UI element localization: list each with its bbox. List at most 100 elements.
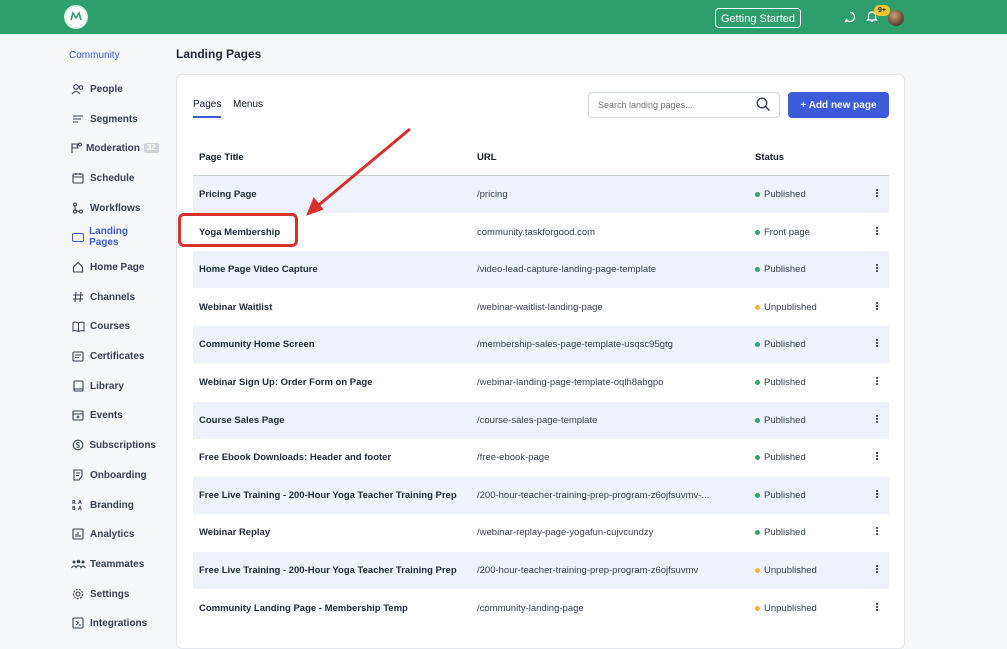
table-row[interactable]: Webinar Replay/webinar-replay-page-yogaf… [193, 514, 889, 551]
sidebar-item-label: Onboarding [90, 469, 147, 481]
page-title-cell[interactable]: Pricing Page [199, 189, 257, 200]
sidebar-item-label: Landing Pages [89, 226, 128, 248]
sidebar-item-label: Settings [90, 588, 130, 600]
more-options-icon[interactable] [873, 226, 881, 240]
page-title-cell[interactable]: Free Live Training - 200-Hour Yoga Teach… [199, 490, 457, 501]
page-title-cell[interactable]: Course Sales Page [199, 415, 285, 426]
more-options-icon[interactable] [873, 451, 881, 465]
table-row[interactable]: Webinar Sign Up: Order Form on Page/webi… [193, 364, 889, 401]
page-title-cell[interactable]: Community Landing Page - Membership Temp [199, 603, 408, 614]
annotation-highlight-box [178, 213, 298, 247]
sidebar-item-settings[interactable]: Settings [66, 583, 156, 605]
sidebar-item-events[interactable]: Events [66, 404, 156, 426]
more-options-icon[interactable] [873, 489, 881, 503]
sidebar-item-courses[interactable]: Courses [66, 315, 156, 337]
status-badge: Unpublished [755, 565, 817, 576]
sidebar-item-schedule[interactable]: Schedule [66, 167, 156, 189]
column-header-url[interactable]: URL [477, 152, 497, 163]
status-label: Published [764, 527, 806, 539]
more-options-icon[interactable] [873, 188, 881, 202]
search-icon[interactable] [756, 97, 771, 117]
chat-icon[interactable] [844, 10, 856, 28]
page-title: Landing Pages [176, 47, 262, 61]
getting-started-button[interactable]: Getting Started [715, 8, 801, 28]
table-row[interactable]: Home Page Video Capture/video-lead-captu… [193, 251, 889, 289]
url-cell: /webinar-replay-page-yogafun-cujvcundzy [477, 527, 654, 539]
status-label: Published [764, 339, 806, 351]
integrations-icon [70, 616, 86, 630]
column-header-title[interactable]: Page Title [199, 152, 244, 163]
sidebar-item-landing-pages[interactable]: Landing Pages [66, 226, 156, 248]
sidebar-item-home-page[interactable]: Home Page [66, 256, 156, 278]
page-title-cell[interactable]: Free Ebook Downloads: Header and footer [199, 452, 391, 463]
more-options-icon[interactable] [873, 414, 881, 428]
sidebar-item-segments[interactable]: Segments [66, 108, 156, 130]
table-row[interactable]: Community Home Screen/membership-sales-p… [193, 326, 889, 364]
more-options-icon[interactable] [873, 602, 881, 616]
status-label: Unpublished [764, 565, 817, 576]
url-cell: /free-ebook-page [477, 452, 550, 464]
sidebar-item-label: Teammates [90, 558, 145, 570]
gear-icon [70, 587, 86, 601]
more-options-icon[interactable] [873, 338, 881, 352]
logo[interactable] [64, 5, 88, 29]
table-row[interactable]: Course Sales Page/course-sales-page-temp… [193, 401, 889, 439]
status-badge: Published [755, 527, 806, 538]
sidebar-item-label: Library [90, 380, 124, 392]
sidebar-item-library[interactable]: Library [66, 375, 156, 397]
page-title-cell[interactable]: Community Home Screen [199, 339, 315, 350]
page-title-cell[interactable]: Free Live Training - 200-Hour Yoga Teach… [199, 565, 457, 576]
search-input[interactable] [588, 92, 780, 118]
tab-menus[interactable]: Menus [233, 99, 263, 116]
tab-pages[interactable]: Pages [193, 99, 222, 118]
sidebar-item-branding[interactable]: R A B A Branding [66, 494, 156, 516]
moderation-count-badge: 32 [143, 143, 159, 153]
sidebar-item-label: Branding [90, 499, 134, 511]
status-badge: Published [755, 189, 806, 200]
avatar[interactable] [888, 10, 904, 26]
sidebar-item-certificates[interactable]: Certificates [66, 345, 156, 367]
sidebar-item-moderation[interactable]: Moderation 32 [66, 137, 159, 159]
sidebar-item-analytics[interactable]: Analytics [66, 523, 156, 545]
landing-pages-icon [70, 230, 85, 244]
sidebar-item-label: Subscriptions [89, 439, 156, 451]
url-cell: /membership-sales-page-template-usqsc95g… [477, 339, 673, 351]
status-dot [755, 342, 760, 348]
sidebar-item-label: Segments [90, 113, 138, 125]
status-dot [755, 417, 760, 423]
table-row[interactable]: Pricing Page/pricing Published [193, 176, 889, 213]
table-row[interactable]: Free Live Training - 200-Hour Yoga Teach… [193, 552, 889, 589]
page-title-cell[interactable]: Home Page Video Capture [199, 264, 318, 275]
page-title-cell[interactable]: Webinar Replay [199, 527, 270, 538]
table-row[interactable]: Webinar Waitlist/webinar-waitlist-landin… [193, 289, 889, 326]
page-title-cell[interactable]: Webinar Sign Up: Order Form on Page [199, 377, 372, 388]
status-label: Published [764, 189, 806, 200]
sidebar-item-label: Channels [90, 291, 136, 303]
url-cell: /webinar-landing-page-template-oqlh8abgp… [477, 377, 664, 388]
page-title-cell[interactable]: Webinar Waitlist [199, 302, 272, 313]
add-new-page-button[interactable]: + Add new page [788, 92, 889, 118]
sidebar-item-people[interactable]: People [66, 78, 156, 100]
column-header-status[interactable]: Status [755, 152, 784, 163]
table-row[interactable]: Community Landing Page - Membership Temp… [193, 590, 889, 627]
more-options-icon[interactable] [873, 301, 881, 315]
sidebar-item-onboarding[interactable]: Onboarding [66, 464, 156, 486]
more-options-icon[interactable] [873, 526, 881, 540]
status-badge: Front page [755, 227, 810, 238]
more-options-icon[interactable] [873, 376, 881, 390]
sidebar-item-channels[interactable]: Channels [66, 286, 156, 308]
status-dot [755, 229, 760, 235]
sidebar-item-label: People [90, 83, 123, 95]
sidebar-item-integrations[interactable]: Integrations [66, 612, 156, 634]
more-options-icon[interactable] [873, 263, 881, 277]
sidebar-item-workflows[interactable]: Workflows [66, 197, 156, 219]
sidebar-item-subscriptions[interactable]: Subscriptions [66, 434, 156, 456]
more-options-icon[interactable] [873, 564, 881, 578]
table-header: Page Title URL Status [193, 139, 889, 176]
sidebar-heading[interactable]: Community [69, 50, 120, 61]
table-row[interactable]: Free Ebook Downloads: Header and footer /… [193, 439, 889, 476]
status-badge: Published [755, 490, 806, 501]
sidebar-item-teammates[interactable]: Teammates [66, 553, 156, 575]
status-badge: Published [755, 452, 806, 463]
table-row[interactable]: Free Live Training - 200-Hour Yoga Teach… [193, 476, 889, 514]
